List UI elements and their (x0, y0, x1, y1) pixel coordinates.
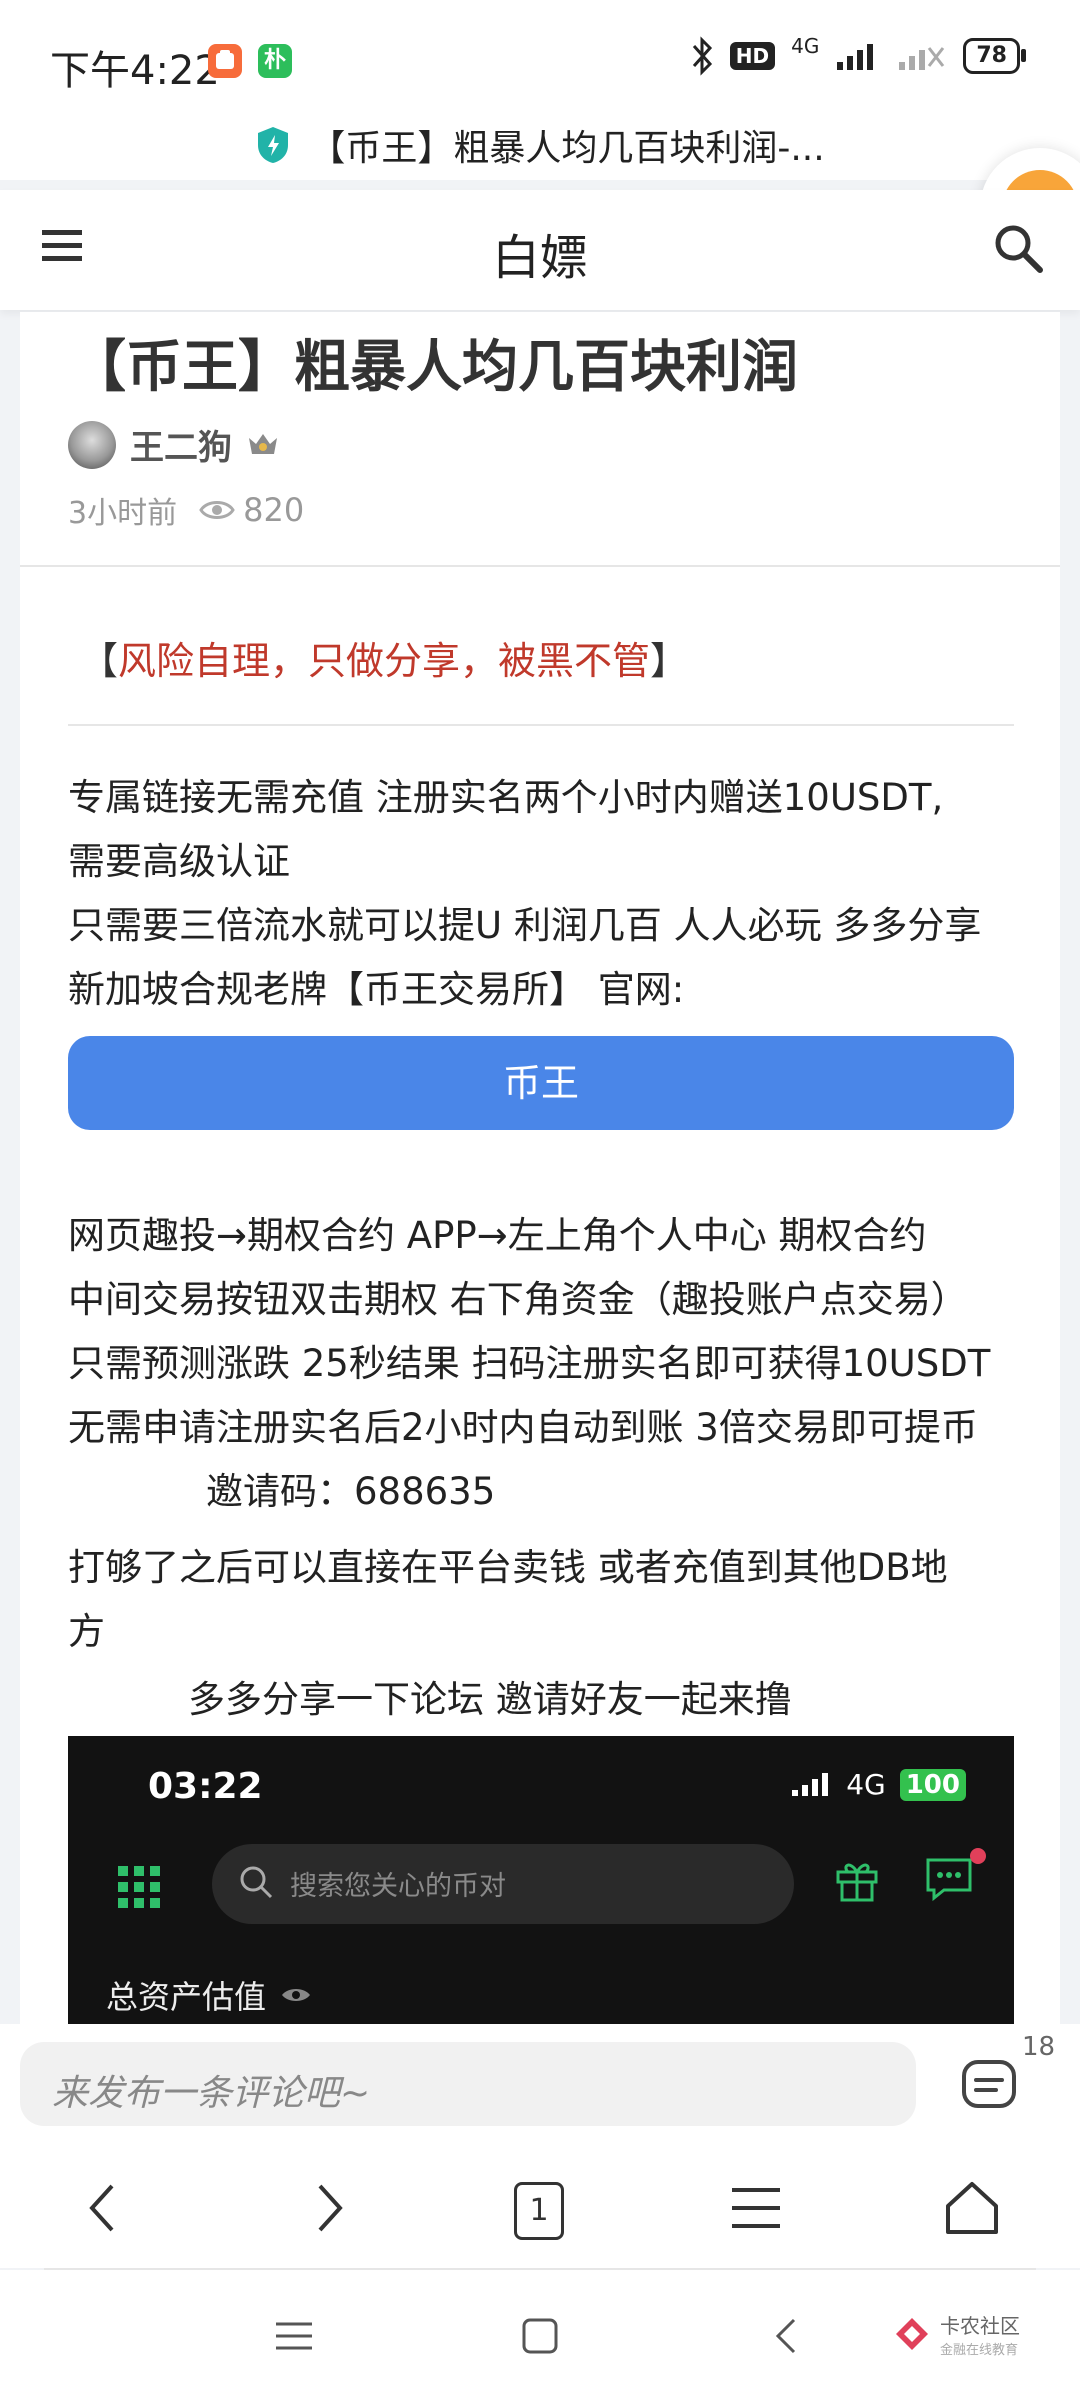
system-nav: 卡农社区 金融在线教育 (0, 2270, 1080, 2400)
view-count-value: 820 (243, 491, 305, 529)
body-line: 无需申请注册实名后2小时内自动到账 3倍交易即可提币 (68, 1406, 978, 1449)
status-icons: HD 4G 78 (690, 34, 1026, 76)
message-icon (926, 1858, 972, 1902)
home-button-icon[interactable] (518, 2314, 562, 2358)
article-card: 【币王】粗暴人均几百块利润 王二狗 3小时前 820 【风险自理，只做分享，被黑… (20, 312, 1060, 2024)
tabs-button[interactable]: 1 (514, 2182, 564, 2240)
embedded-search-bar: 搜索您关心的币对 (212, 1844, 794, 1924)
view-count: 820 (199, 491, 304, 529)
network-label: 4G (791, 34, 820, 58)
invite-code: 邀请码：688635 (206, 1470, 496, 1513)
watermark-sub: 金融在线教育 (940, 2343, 1019, 2358)
status-time: 下午4:22 (50, 48, 220, 94)
comment-input[interactable]: 来发布一条评论吧~ (20, 2042, 916, 2126)
section-title: 白嫖 (491, 230, 588, 286)
article-title: 【币王】粗暴人均几百块利润 (70, 335, 798, 400)
signal-icon (792, 1772, 829, 1796)
eye-icon (282, 1989, 311, 2001)
browser-nav: 1 (0, 2144, 1080, 2268)
exchange-link-button[interactable]: 币王 (68, 1036, 1014, 1130)
battery-indicator: 78 (963, 38, 1026, 74)
forward-icon[interactable] (298, 2178, 358, 2238)
status-bar: 下午4:22 朴 HD 4G 78 (0, 0, 1080, 110)
shield-icon (258, 127, 289, 163)
comment-icon[interactable] (960, 2056, 1018, 2114)
comment-count: 18 (1022, 2032, 1056, 2062)
gift-icon (836, 1863, 878, 1902)
avatar[interactable] (68, 420, 116, 469)
divider (20, 565, 1060, 567)
recents-icon[interactable] (272, 2314, 316, 2358)
menu-icon[interactable] (726, 2178, 786, 2238)
risk-notice: 【风险自理，只做分享，被黑不管】 (80, 639, 689, 683)
watermark-logo-icon (896, 2318, 928, 2350)
body-line: 专属链接无需充值 注册实名两个小时内赠送10USDT, (68, 776, 944, 819)
hd-badge: HD (729, 42, 776, 70)
risk-notice-text: 风险自理，只做分享，被黑不管 (118, 639, 651, 683)
article-meta: 3小时前 820 (68, 488, 304, 532)
body-line: 打够了之后可以直接在平台卖钱 或者充值到其他DB地 (68, 1546, 948, 1589)
url-page-title: 【币王】粗暴人均几百块利润-... (309, 128, 825, 169)
embedded-assets-label: 总资产估值 (106, 1972, 312, 2018)
apps-grid-icon (118, 1866, 160, 1908)
eye-icon (199, 501, 235, 519)
watermark: 卡农社区 金融在线教育 (892, 2310, 1020, 2358)
embedded-network: 4G (846, 1768, 886, 1801)
comment-bar: 来发布一条评论吧~ 18 (0, 2024, 1080, 2144)
url-bar[interactable]: 【币王】粗暴人均几百块利润-... (0, 110, 1080, 180)
embedded-battery: 100 (899, 1768, 966, 1801)
back-icon[interactable] (74, 2178, 134, 2238)
share-line: 多多分享一下论坛 邀请好友一起来撸 (188, 1678, 792, 1721)
signal-icon (837, 44, 874, 70)
author-row[interactable]: 王二狗 (68, 420, 280, 469)
body-line: 需要高级认证 (68, 840, 290, 883)
body-line: 中间交易按钮双击期权 右下角资金（趣投账户点交易） (68, 1278, 968, 1321)
notification-app-icon (208, 44, 242, 78)
divider (68, 724, 1014, 726)
site-header: 白嫖 (0, 190, 1080, 310)
embedded-status-icons: 4G 100 (790, 1768, 966, 1801)
bluetooth-icon (692, 36, 712, 76)
home-icon[interactable] (942, 2178, 1002, 2238)
notification-dot (970, 1848, 986, 1864)
author-name[interactable]: 王二狗 (130, 420, 232, 469)
body-line: 只需要三倍流水就可以提U 利润几百 人人必玩 多多分享 (68, 904, 982, 947)
body-line: 方 (68, 1610, 105, 1653)
comment-placeholder: 来发布一条评论吧~ (52, 2073, 371, 2114)
level-badge-icon (249, 433, 277, 454)
search-icon[interactable] (992, 222, 1044, 274)
system-back-icon[interactable] (766, 2314, 810, 2358)
embedded-search-placeholder: 搜索您关心的币对 (290, 1871, 506, 1902)
search-icon (240, 1866, 273, 1899)
body-line: 新加坡合规老牌【币王交易所】 官网: (68, 968, 685, 1011)
embedded-screenshot: 03:22 4G 100 搜索您关心的币对 总资产估值 (68, 1736, 1014, 2024)
signal-2-icon (899, 47, 945, 70)
notification-app-icon-2: 朴 (258, 44, 292, 78)
post-time: 3小时前 (68, 496, 178, 531)
watermark-name: 卡农社区 (940, 2314, 1020, 2338)
body-line: 网页趣投→期权合约 APP→左上角个人中心 期权合约 (68, 1214, 927, 1257)
body-line: 只需预测涨跌 25秒结果 扫码注册实名即可获得10USDT (68, 1342, 991, 1385)
embedded-time: 03:22 (148, 1766, 263, 1807)
